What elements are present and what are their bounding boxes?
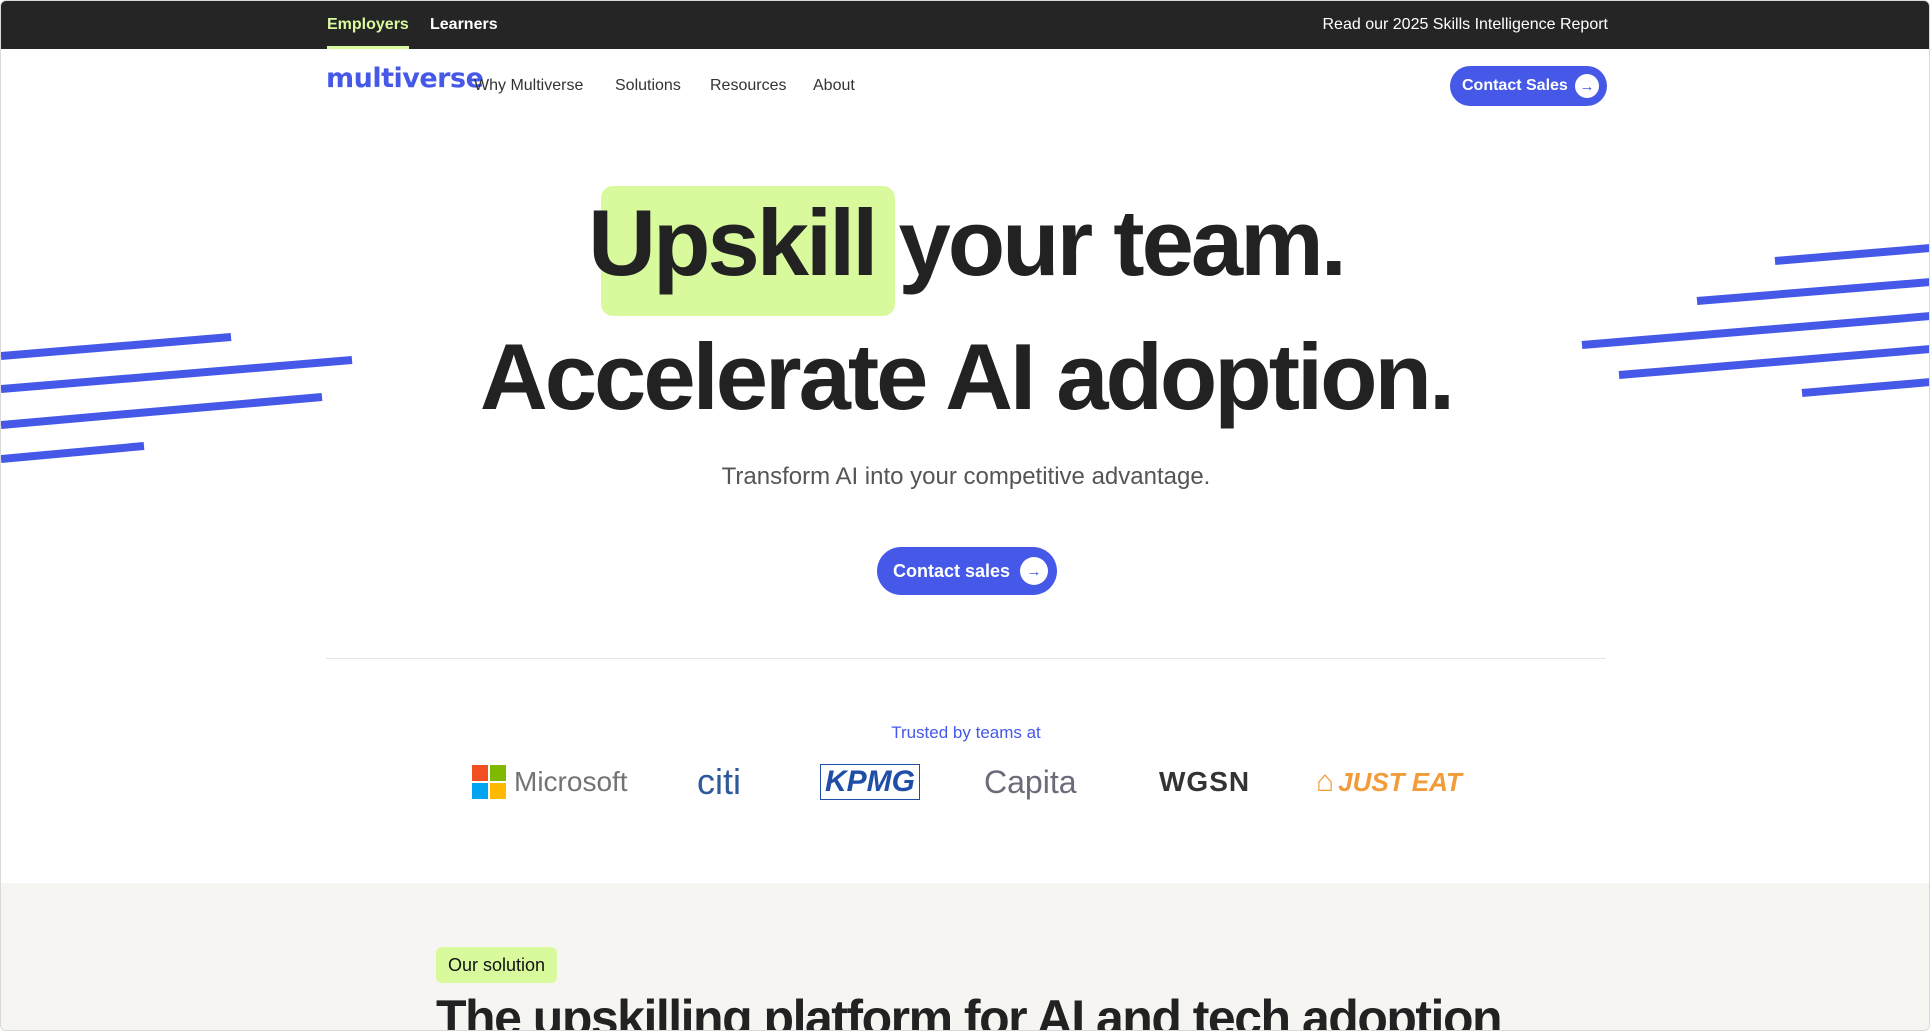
client-logos: Microsoft citi KPMG Capita WGSN ⌂ JUST E… [1,757,1929,807]
solution-title: The upskilling platform for AI and tech … [436,990,1503,1031]
divider [326,658,1606,659]
tab-employers[interactable]: Employers [327,1,409,49]
page-frame: Employers Learners Read our 2025 Skills … [0,0,1930,1031]
nav-resources[interactable]: Resources [710,77,786,95]
nav-solutions[interactable]: Solutions [615,77,681,95]
justeat-logo: ⌂ JUST EAT [1316,757,1462,807]
citi-logo: citi [697,757,741,807]
arrow-right-icon: → [1020,557,1048,585]
contact-sales-button[interactable]: Contact Sales → [1450,66,1607,106]
contact-sales-label: Contact Sales [1462,77,1568,94]
headline-highlight-word: Upskill [588,190,878,295]
justeat-house-icon: ⌂ [1316,765,1335,798]
headline-line-1: Upskill your team. [1,189,1929,297]
hero-subtitle: Transform AI into your competitive advan… [721,463,1211,490]
nav-about[interactable]: About [813,77,855,95]
kpmg-wordmark: KPMG [820,764,920,800]
justeat-wordmark: JUST EAT [1338,766,1462,797]
report-link[interactable]: Read our 2025 Skills Intelligence Report [1323,1,1609,49]
hero-contact-label: Contact sales [893,560,1011,581]
headline-line-1-rest: your team. [898,190,1346,295]
citi-wordmark: citi [697,761,741,802]
microsoft-grid-icon [472,765,506,799]
solution-section: Our solution The upskilling platform for… [1,883,1929,1031]
capita-logo: Capita [984,757,1077,807]
main-nav: multiverse Why Multiverse Solutions Reso… [1,49,1929,125]
hero-contact-sales-button[interactable]: Contact sales → [877,547,1057,595]
trusted-label: Trusted by teams at [891,723,1041,742]
stripe-left-4 [1,442,145,463]
decorative-stripes [1,244,1929,463]
microsoft-wordmark: Microsoft [514,766,628,797]
kpmg-logo: KPMG [820,757,920,807]
arrow-right-icon: → [1575,74,1599,98]
solution-badge: Our solution [436,947,558,983]
wgsn-logo: WGSN [1159,757,1250,807]
microsoft-logo: Microsoft [472,757,628,807]
wgsn-wordmark: WGSN [1159,766,1251,797]
tab-learners[interactable]: Learners [430,1,498,49]
capita-wordmark: Capita [984,763,1077,800]
headline-line-2: Accelerate AI adoption. [479,324,1455,429]
multiverse-logo[interactable]: multiverse [326,63,484,94]
nav-why-multiverse[interactable]: Why Multiverse [474,77,583,95]
audience-bar: Employers Learners Read our 2025 Skills … [1,1,1929,49]
